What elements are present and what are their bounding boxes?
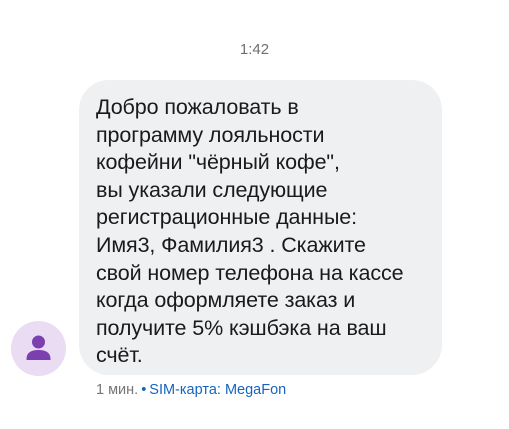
sim-card-label: SIM-карта: MegaFon — [149, 382, 287, 398]
person-icon — [26, 335, 51, 360]
message-meta: 1 мин. • SIM-карта: MegaFon — [96, 382, 286, 398]
message-bubble[interactable]: Добро пожаловать в программу лояльности … — [79, 80, 442, 375]
meta-separator: • — [141, 382, 147, 398]
message-thread: 1:42 Добро пожаловать в программу лояльн… — [0, 0, 509, 429]
sender-avatar[interactable] — [11, 321, 66, 376]
message-text: Добро пожаловать в программу лояльности … — [96, 95, 404, 368]
message-time-ago: 1 мин. — [96, 382, 139, 398]
conversation-timestamp: 1:42 — [239, 41, 270, 58]
